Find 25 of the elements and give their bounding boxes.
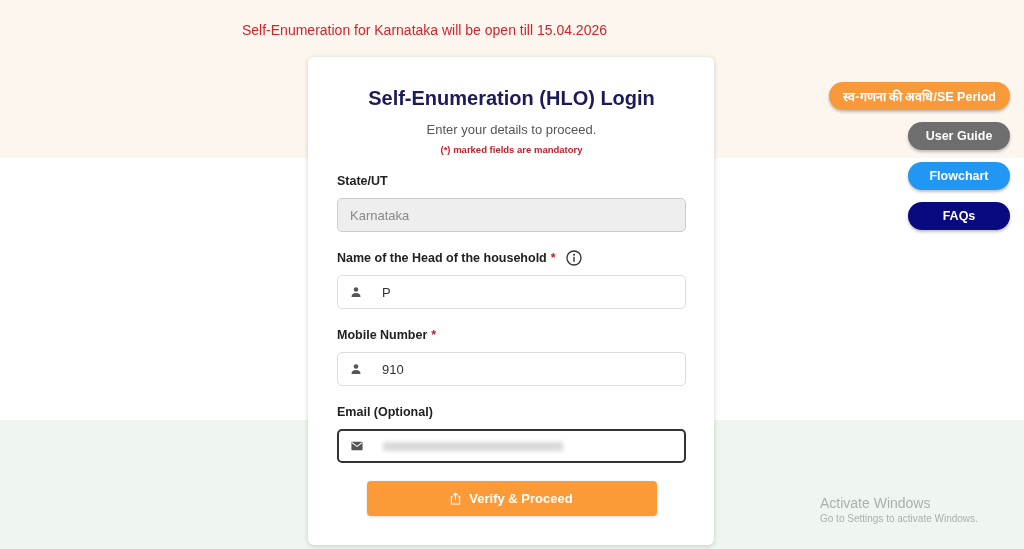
input-field[interactable]: P	[337, 275, 686, 309]
info-icon[interactable]	[565, 250, 582, 266]
field-value: 910	[382, 361, 404, 377]
mail-icon	[351, 440, 363, 452]
activation-title: Activate Windows	[820, 495, 932, 511]
mandatory-note: (*) marked fields are mandatory	[439, 144, 584, 155]
required-mark: *	[431, 328, 437, 342]
field-value: P	[382, 284, 391, 300]
side-button[interactable]: User Guide	[908, 122, 1010, 150]
field-label: Name of the Head of the household	[337, 251, 547, 265]
input-field[interactable]: 910	[337, 352, 686, 386]
subtitle-text: Enter your details to proceed.	[425, 122, 598, 137]
person-icon	[350, 363, 362, 375]
share-icon	[450, 492, 462, 505]
field-label: Mobile Number	[337, 328, 428, 342]
side-button[interactable]: FAQs	[908, 202, 1010, 230]
field-label: State/UT	[337, 174, 388, 188]
login-title: Self-Enumeration (HLO) Login	[367, 86, 656, 111]
person-icon	[350, 286, 362, 298]
input-field[interactable]	[337, 429, 686, 463]
field-label: Email (Optional)	[337, 405, 433, 419]
activation-text: Go to Settings to activate Windows.	[820, 513, 978, 524]
required-mark: *	[550, 251, 556, 265]
field-value: Karnataka	[350, 207, 410, 223]
side-button[interactable]: Flowchart	[908, 162, 1010, 190]
